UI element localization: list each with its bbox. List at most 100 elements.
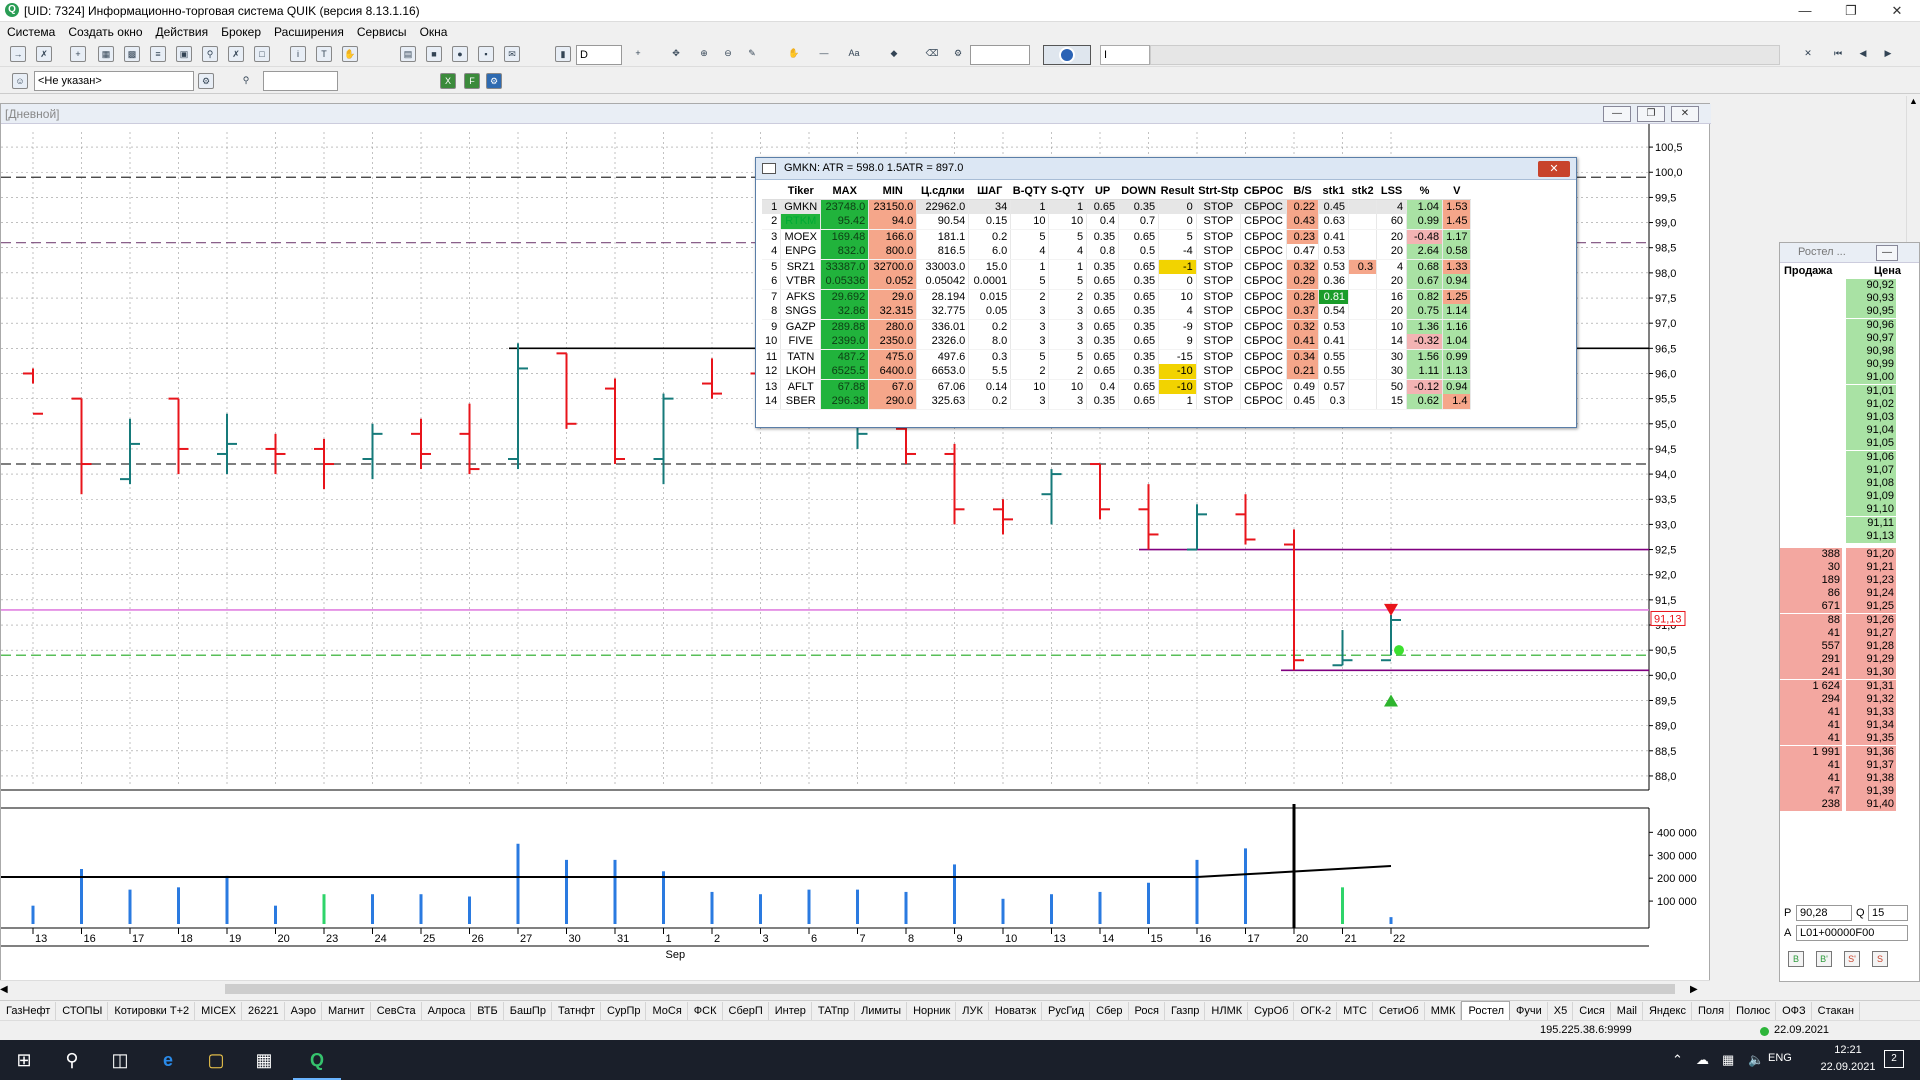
- client-select[interactable]: <Не указан>: [34, 71, 194, 91]
- settings-icon[interactable]: ⚙: [950, 46, 966, 62]
- trade-button[interactable]: B': [1816, 951, 1832, 967]
- orderbook-ask-row[interactable]: 388 91,20: [1780, 547, 1910, 561]
- orderbook-ask-row[interactable]: 1 991 91,36: [1780, 745, 1910, 759]
- column-header[interactable]: S-QTY: [1048, 184, 1087, 200]
- orderbook-bid-row[interactable]: 91,11: [1780, 516, 1910, 530]
- font-icon[interactable]: Aa: [846, 46, 862, 62]
- window-tab[interactable]: Котировки Т+2: [108, 1002, 196, 1022]
- window-tab[interactable]: Полюс: [1730, 1002, 1777, 1022]
- orderbook-bid-row[interactable]: 91,01: [1780, 384, 1910, 398]
- window-tab[interactable]: ЛУК: [956, 1002, 989, 1022]
- table-row[interactable]: 3 MOEX 169.48 166.0 181.1 0.2 5 5 0.35 0.65 5 STOP С…: [762, 229, 1472, 244]
- maximize-button[interactable]: ❐: [1828, 0, 1874, 22]
- blank-select[interactable]: [970, 45, 1030, 65]
- orderbook-bid-row[interactable]: 90,92: [1780, 279, 1910, 292]
- window-tab[interactable]: СТОПЫ: [56, 1002, 109, 1022]
- orderbook-ask-row[interactable]: 41 91,33: [1780, 706, 1910, 720]
- qty-input[interactable]: 15: [1868, 905, 1908, 921]
- file-explorer-icon[interactable]: ▢: [192, 1040, 240, 1080]
- window-tab[interactable]: X5: [1548, 1002, 1574, 1022]
- filter-icon[interactable]: ✗: [228, 46, 244, 62]
- orderbook-ask-row[interactable]: 41 91,35: [1780, 732, 1910, 746]
- window-tab[interactable]: СетиОб: [1373, 1002, 1425, 1022]
- column-header[interactable]: ШАГ: [968, 184, 1011, 200]
- orderbook-ask-row[interactable]: 86 91,24: [1780, 587, 1910, 601]
- table-row[interactable]: 1 GMKN 23748.0 23150.0 22962.0 34 1 1 0.65 0.35 0 S…: [762, 199, 1472, 214]
- trade-button[interactable]: S': [1844, 951, 1860, 967]
- window-tab[interactable]: СберП: [723, 1002, 769, 1022]
- price-input[interactable]: 90,28: [1796, 905, 1852, 921]
- table-row[interactable]: 13 AFLT 67.88 67.0 67.06 0.14 10 10 0.4 0.65 -10 ST…: [762, 379, 1472, 394]
- add-window-icon[interactable]: +: [70, 46, 86, 62]
- column-header[interactable]: MAX: [820, 184, 869, 200]
- column-header[interactable]: stk2: [1348, 184, 1377, 200]
- excel-icon[interactable]: X: [440, 73, 456, 89]
- window-tab[interactable]: Интер: [769, 1002, 812, 1022]
- chart-window-icon[interactable]: ▩: [124, 46, 140, 62]
- orderbook-bid-row[interactable]: 91,06: [1780, 450, 1910, 464]
- marker-icon[interactable]: ◆: [886, 46, 902, 62]
- orderbook-ask-row[interactable]: 30 91,21: [1780, 560, 1910, 574]
- gear-icon[interactable]: ⚙: [486, 73, 502, 89]
- column-header[interactable]: Result: [1158, 184, 1197, 200]
- menu-item[interactable]: Действия: [149, 22, 215, 39]
- table-row[interactable]: 9 GAZP 289.88 280.0 336.01 0.2 3 3 0.65 0.35 -9 STO…: [762, 319, 1472, 334]
- column-header[interactable]: B/S: [1286, 184, 1319, 200]
- orderbook-ask-row[interactable]: 41 91,27: [1780, 626, 1910, 640]
- window-tab[interactable]: ОФЗ: [1776, 1002, 1812, 1022]
- orderbook-bid-row[interactable]: 91,09: [1780, 490, 1910, 504]
- orderbook-ask-row[interactable]: 41 91,38: [1780, 772, 1910, 786]
- window-tab[interactable]: Аэро: [285, 1002, 323, 1022]
- column-header[interactable]: MIN: [868, 184, 917, 200]
- column-header[interactable]: stk1: [1318, 184, 1349, 200]
- pan-hand-icon[interactable]: ✋: [786, 46, 802, 62]
- orderbook-ask-row[interactable]: 557 91,28: [1780, 640, 1910, 654]
- account-select[interactable]: L01+00000F00: [1796, 925, 1908, 941]
- menu-item[interactable]: Сервисы: [350, 22, 413, 39]
- window-tab[interactable]: НЛМК: [1205, 1002, 1249, 1022]
- table-row[interactable]: 4 ENPG 832.0 800.0 816.5 6.0 4 4 0.8 0.5 -4 STOP СБР…: [762, 244, 1472, 260]
- arrow-right-icon[interactable]: →: [10, 46, 26, 62]
- mail-icon[interactable]: ✉: [504, 46, 520, 62]
- menu-item[interactable]: Брокер: [214, 22, 267, 39]
- atr-table-close-button[interactable]: ✕: [1538, 161, 1570, 177]
- window-tab[interactable]: СевСта: [371, 1002, 422, 1022]
- zoom-in-icon[interactable]: ⊕: [696, 46, 712, 62]
- stop-icon[interactable]: ●: [452, 46, 468, 62]
- column-header[interactable]: LSS: [1376, 184, 1407, 200]
- keyboard-language[interactable]: ENG: [1768, 1052, 1792, 1064]
- chart-horizontal-scrollbar[interactable]: ◀ ▶: [0, 980, 1710, 996]
- column-header[interactable]: Strt-Stp: [1196, 184, 1241, 200]
- orderbook-ask-row[interactable]: 41 91,37: [1780, 758, 1910, 772]
- bar-chart-icon[interactable]: ▮: [555, 46, 571, 62]
- search-taskbar-icon[interactable]: ⚲: [48, 1040, 96, 1080]
- window-tab[interactable]: Ростел: [1461, 1001, 1511, 1021]
- orderbook-bid-row[interactable]: 91,02: [1780, 397, 1910, 411]
- portfolio-icon[interactable]: ■: [426, 46, 442, 62]
- network-icon[interactable]: ▦: [1722, 1052, 1734, 1068]
- zoom-out-icon[interactable]: ⊖: [720, 46, 736, 62]
- orderbook-bid-row[interactable]: 90,98: [1780, 345, 1910, 358]
- taskbar-date[interactable]: 22.09.2021: [1818, 1061, 1878, 1073]
- table-row[interactable]: 10 FIVE 2399.0 2350.0 2326.0 8.0 3 3 0.35 0.65 9 ST…: [762, 334, 1472, 350]
- window-tab[interactable]: Фучи: [1510, 1002, 1548, 1022]
- reports-icon[interactable]: ▪: [478, 46, 494, 62]
- window-tab[interactable]: МоСя: [646, 1002, 688, 1022]
- orderbook-ask-row[interactable]: 294 91,32: [1780, 692, 1910, 706]
- orderbook-bid-row[interactable]: 90,93: [1780, 292, 1910, 306]
- list-icon[interactable]: ≡: [150, 46, 166, 62]
- window-tab[interactable]: Рося: [1129, 1002, 1165, 1022]
- chart-close-button[interactable]: ✕: [1671, 106, 1699, 122]
- table-row[interactable]: 7 AFKS 29.692 29.0 28.194 0.015 2 2 0.35 0.65 10 ST…: [762, 289, 1472, 304]
- move-icon[interactable]: ✥: [668, 46, 684, 62]
- window-tab[interactable]: Сбер: [1090, 1002, 1129, 1022]
- orderbook-ask-row[interactable]: 189 91,23: [1780, 574, 1910, 588]
- orderbook-bid-row[interactable]: 91,10: [1780, 503, 1910, 517]
- window-tab[interactable]: Татнфт: [552, 1002, 601, 1022]
- orderbook-ask-row[interactable]: 41 91,34: [1780, 719, 1910, 733]
- window-tab[interactable]: Новатэк: [989, 1002, 1043, 1022]
- close-tool-icon[interactable]: ✕: [1800, 46, 1816, 62]
- windows-start-icon[interactable]: ⊞: [0, 1040, 48, 1080]
- window-tab[interactable]: Яндекс: [1643, 1002, 1692, 1022]
- copy-icon[interactable]: □: [254, 46, 270, 62]
